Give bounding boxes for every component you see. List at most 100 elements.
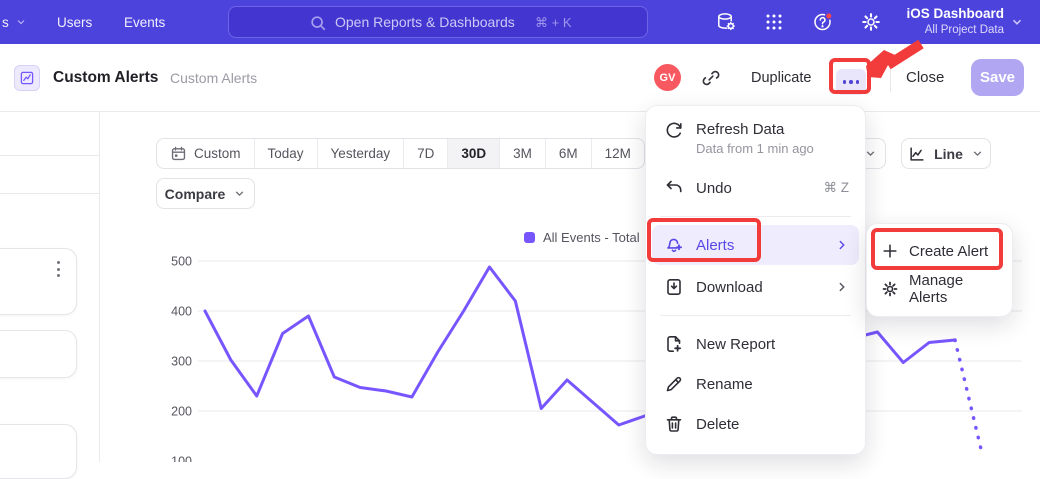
global-search-input[interactable]: Open Reports & Dashboards ⌘ + K	[228, 6, 648, 38]
share-link-button[interactable]	[701, 68, 721, 88]
chart-legend[interactable]: All Events - Total	[524, 230, 640, 245]
help-icon[interactable]	[812, 11, 834, 33]
date-range-segmented-control: Custom Today Yesterday 7D 30D 3M 6M 12M	[156, 138, 645, 169]
divider	[890, 64, 891, 92]
range-6m[interactable]: 6M	[545, 139, 591, 168]
sidebar-row-divider	[0, 193, 99, 194]
menu-item-new-report[interactable]: New Report	[652, 324, 859, 364]
y-axis-tick-label: 300	[171, 355, 192, 369]
chevron-down-icon	[233, 187, 246, 200]
plus-icon	[881, 242, 899, 260]
ellipsis-icon	[843, 80, 847, 84]
undo-icon	[664, 178, 684, 198]
link-icon	[701, 68, 721, 88]
sidebar-card[interactable]	[0, 424, 77, 479]
sidebar-card[interactable]	[0, 248, 77, 315]
menu-item-label: Undo	[696, 180, 732, 197]
chevron-right-icon	[835, 238, 849, 252]
range-30d-active[interactable]: 30D	[447, 139, 499, 168]
range-12m[interactable]: 12M	[591, 139, 644, 168]
menu-item-alerts[interactable]: Alerts	[652, 225, 859, 265]
kebab-menu-icon[interactable]	[57, 261, 60, 277]
top-nav: s Users Events Open Reports & Dashboards…	[0, 0, 1040, 44]
range-7d[interactable]: 7D	[403, 139, 447, 168]
line-chart-icon	[19, 70, 35, 86]
save-button[interactable]: Save	[971, 59, 1024, 96]
chevron-down-icon	[1010, 15, 1024, 29]
menu-item-label: Alerts	[696, 237, 734, 254]
nav-item-label: s	[2, 15, 9, 30]
sidebar-divider	[99, 112, 100, 462]
chart-type-button[interactable]: Line	[901, 138, 991, 169]
nav-item-label: Users	[57, 15, 92, 30]
y-axis-tick-label: 200	[171, 405, 192, 419]
legend-label: All Events - Total	[543, 230, 640, 245]
calendar-icon	[170, 145, 187, 162]
alerts-submenu: Create Alert Manage Alerts	[866, 223, 1013, 317]
menu-item-refresh-data[interactable]: Refresh Data Data from 1 min ago	[652, 116, 859, 164]
menu-item-label: New Report	[696, 336, 775, 353]
settings-icon[interactable]	[860, 11, 882, 33]
line-chart-icon	[908, 145, 926, 163]
nav-item-events[interactable]: Events	[124, 0, 165, 44]
chevron-down-icon	[15, 16, 27, 28]
nav-item-users[interactable]: Users	[57, 0, 92, 44]
y-axis-tick-label: 400	[171, 305, 192, 319]
breadcrumb: Custom Alerts	[170, 70, 257, 86]
gear-icon	[881, 280, 899, 298]
report-header: Custom Alerts Custom Alerts GV Duplicate…	[0, 44, 1040, 112]
workspace-name: iOS Dashboard	[886, 5, 1004, 23]
workspace-scope: All Project Data	[886, 23, 1004, 37]
menu-item-rename[interactable]: Rename	[652, 364, 859, 404]
more-options-button[interactable]	[836, 69, 866, 95]
menu-item-undo[interactable]: Undo ⌘ Z	[652, 168, 859, 208]
range-3m[interactable]: 3M	[499, 139, 545, 168]
series-line-projection-dotted	[955, 340, 981, 449]
trash-icon	[664, 414, 684, 434]
page-title: Custom Alerts	[53, 69, 158, 87]
menu-item-download[interactable]: Download	[652, 267, 859, 307]
download-icon	[664, 277, 684, 297]
chevron-right-icon	[835, 280, 849, 294]
nav-item-boards-partial[interactable]: s	[2, 0, 27, 44]
range-custom[interactable]: Custom	[157, 139, 254, 168]
duplicate-button[interactable]: Duplicate	[751, 70, 811, 86]
y-axis-tick-label: 100	[171, 455, 192, 463]
close-button[interactable]: Close	[906, 69, 944, 86]
search-placeholder: Open Reports & Dashboards	[335, 14, 515, 30]
apps-grid-icon[interactable]	[763, 11, 785, 33]
more-options-menu: Refresh Data Data from 1 min ago Undo ⌘ …	[645, 105, 866, 455]
workspace-switcher[interactable]: iOS Dashboard All Project Data	[886, 5, 1004, 37]
avatar[interactable]: GV	[654, 64, 681, 91]
menu-item-label: Rename	[696, 376, 753, 393]
submenu-item-create-alert[interactable]: Create Alert	[873, 232, 1006, 270]
legend-swatch	[524, 232, 535, 243]
chevron-down-icon	[971, 147, 984, 160]
menu-item-shortcut: ⌘ Z	[824, 180, 850, 196]
submenu-item-label: Create Alert	[909, 243, 988, 260]
data-source-icon[interactable]	[715, 11, 737, 33]
menu-item-label: Download	[696, 279, 763, 296]
search-shortcut: ⌘ + K	[535, 15, 572, 31]
sidebar-card[interactable]	[0, 330, 77, 378]
menu-item-delete[interactable]: Delete	[652, 404, 859, 444]
bell-plus-icon	[664, 235, 684, 255]
y-axis-tick-label: 500	[171, 255, 192, 269]
range-today[interactable]: Today	[254, 139, 317, 168]
menu-divider	[660, 216, 851, 217]
menu-item-label: Delete	[696, 416, 739, 433]
report-type-icon	[14, 65, 40, 91]
refresh-icon	[664, 121, 684, 141]
menu-item-sublabel: Data from 1 min ago	[696, 141, 814, 156]
submenu-item-label: Manage Alerts	[909, 272, 998, 306]
menu-divider	[660, 315, 851, 316]
pencil-icon	[664, 374, 684, 394]
search-icon	[309, 14, 327, 32]
new-report-icon	[664, 334, 684, 354]
range-yesterday[interactable]: Yesterday	[317, 139, 404, 168]
submenu-item-manage-alerts[interactable]: Manage Alerts	[873, 270, 1006, 308]
menu-item-label: Refresh Data	[696, 121, 784, 138]
sidebar-row-divider	[0, 155, 99, 156]
nav-item-label: Events	[124, 15, 165, 30]
compare-button[interactable]: Compare	[156, 178, 255, 209]
